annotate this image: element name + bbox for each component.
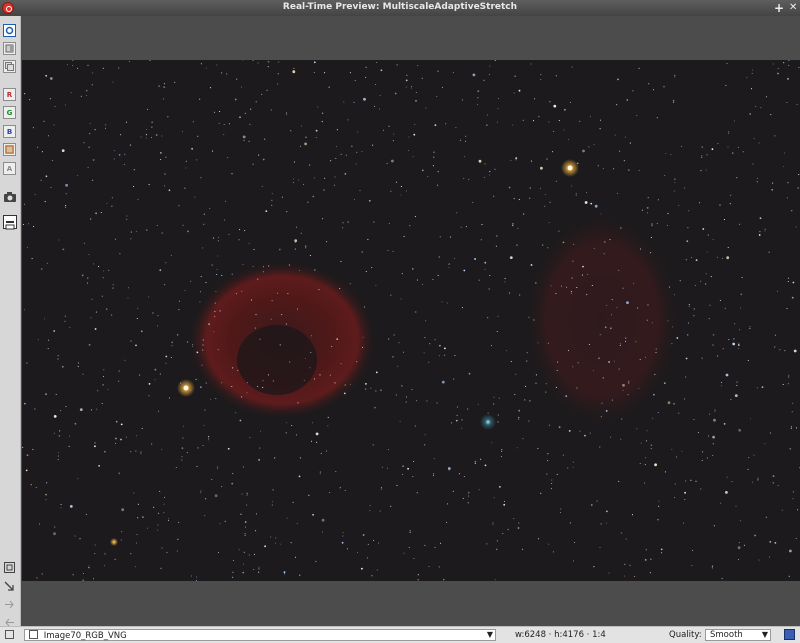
chevron-down-icon: ▼	[761, 630, 768, 639]
color-profile-icon[interactable]	[784, 629, 795, 640]
zoom-fit-icon[interactable]	[3, 24, 16, 37]
camera-icon[interactable]	[3, 188, 17, 202]
forward-arrow-icon[interactable]	[4, 595, 15, 609]
quality-value: Smooth	[710, 630, 743, 640]
channel-b-icon[interactable]: B	[3, 125, 16, 138]
status-bar: Image70_RGB_VNG ▼ w:6248 · h:4176 · 1:4 …	[0, 626, 800, 643]
channel-r-icon[interactable]: R	[3, 88, 16, 101]
view-split-icon[interactable]	[3, 42, 16, 55]
preview-toolbar: R G B A	[0, 16, 21, 627]
window-title: Real-Time Preview: MultiscaleAdaptiveStr…	[282, 2, 518, 12]
title-bar: Real-Time Preview: MultiscaleAdaptiveStr…	[0, 0, 800, 16]
channel-rgb-icon[interactable]	[3, 143, 16, 156]
pan-arrow-icon[interactable]	[4, 577, 15, 591]
channel-g-icon[interactable]: G	[3, 106, 16, 119]
channel-alpha-icon[interactable]: A	[3, 162, 16, 175]
astro-image[interactable]	[22, 60, 800, 581]
view-compare-icon[interactable]	[3, 60, 16, 73]
close-icon[interactable]: ✕	[789, 1, 797, 15]
fit-view-icon[interactable]	[5, 630, 14, 639]
quality-select[interactable]: Smooth ▼	[705, 629, 771, 641]
image-window-icon	[29, 630, 38, 639]
chevron-down-icon: ▼	[486, 630, 493, 639]
nebula-starfield	[22, 60, 800, 581]
view-selector-value: Image70_RGB_VNG	[43, 631, 127, 641]
back-arrow-icon[interactable]	[4, 613, 15, 627]
image-dimensions: w:6248 · h:4176 · 1:4	[515, 630, 606, 640]
quality-label: Quality:	[669, 630, 702, 640]
pin-icon[interactable]: +	[774, 1, 784, 15]
zoom-box-icon[interactable]	[4, 558, 15, 573]
view-selector-combo[interactable]: Image70_RGB_VNG ▼	[24, 629, 496, 641]
new-image-icon[interactable]	[3, 215, 17, 230]
